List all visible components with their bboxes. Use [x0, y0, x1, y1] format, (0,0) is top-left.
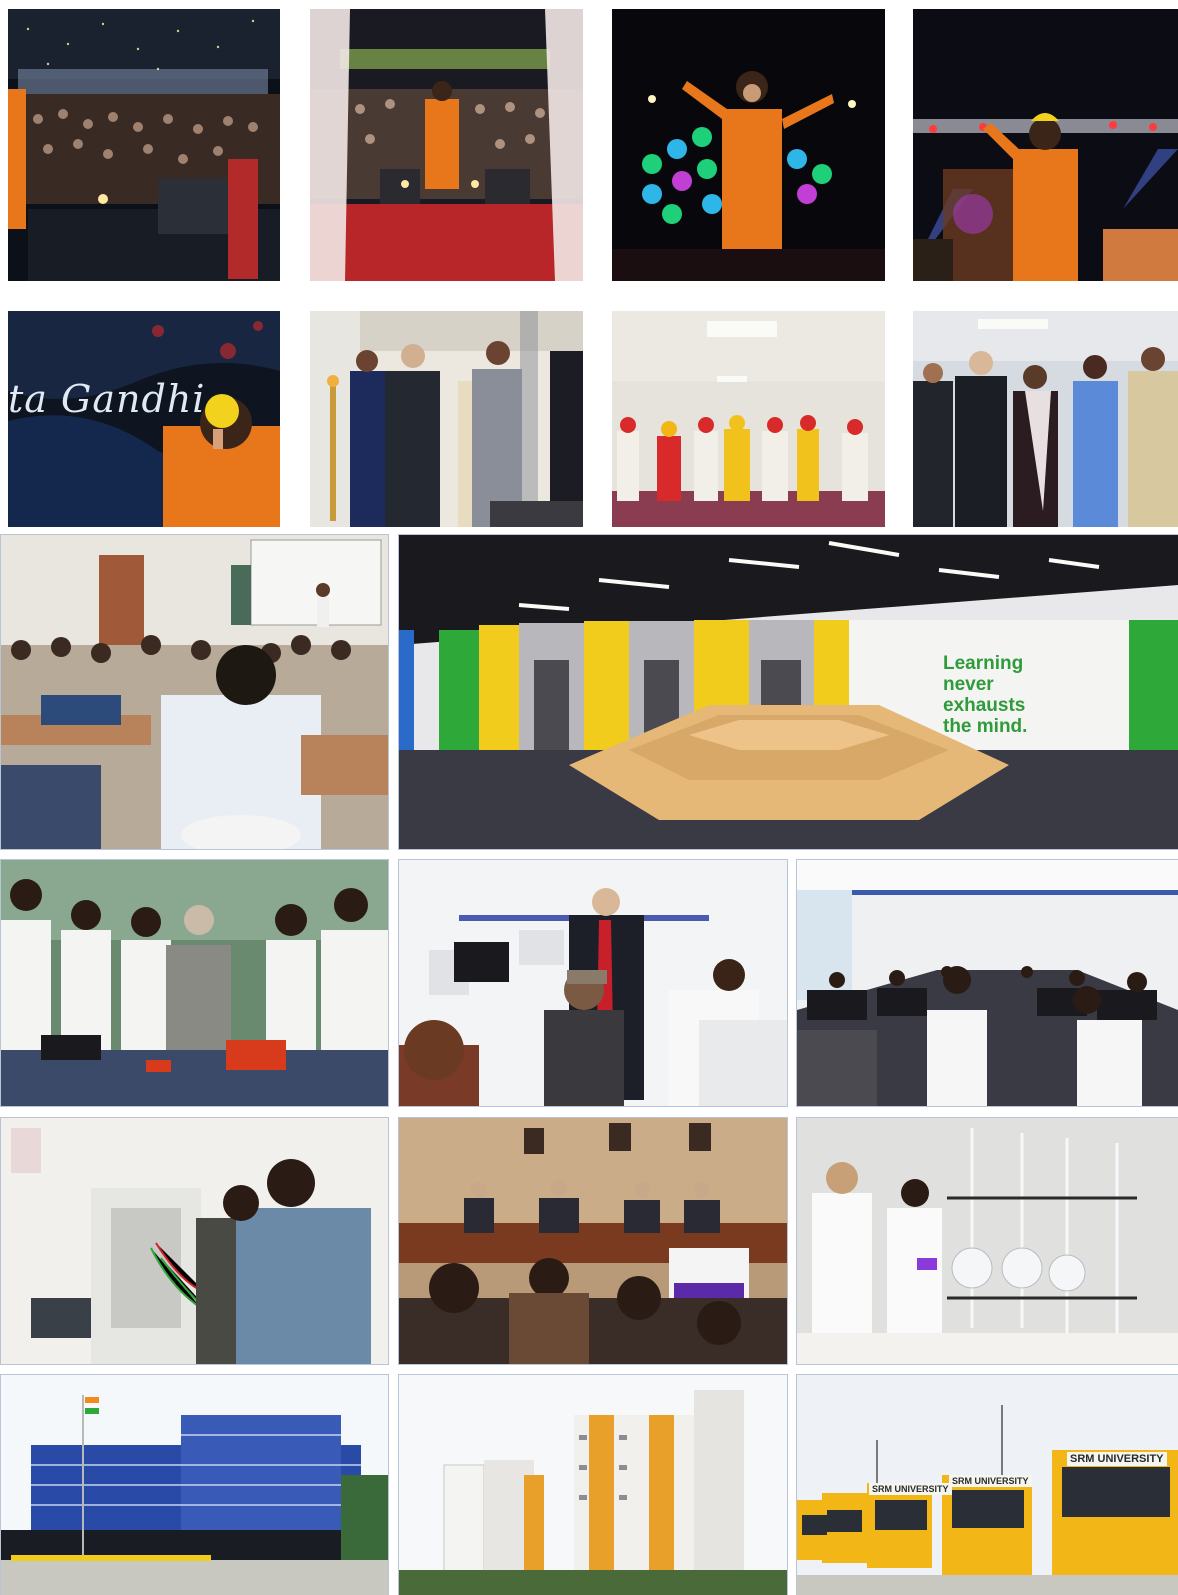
photo-computer-lab-mac [399, 860, 787, 1106]
photo-award-group [913, 311, 1178, 527]
bus-sign: SRM UNIVERSITY [949, 1475, 1032, 1487]
photo-singer-name-screen: ta Gandhi [8, 311, 280, 527]
screen-text: ta Gandhi [8, 377, 206, 421]
photo-concert-stage-smoke [310, 9, 583, 281]
bus-sign: SRM UNIVERSITY [1067, 1452, 1167, 1466]
photo-chemistry-lab [797, 1118, 1178, 1364]
photo-concert-crowd [8, 9, 280, 281]
photo-singer-stage-lights [913, 9, 1178, 281]
wall-quote-line: the mind. [943, 716, 1028, 737]
wall-quote-line: exhausts [943, 695, 1026, 716]
photo-singer-led-backdrop [612, 9, 885, 281]
photo-library-lobby: Learning never exhausts the mind. [399, 535, 1178, 849]
photo-bus-fleet: SRM UNIVERSITY SRM UNIVERSITY SRM UNIVER… [797, 1375, 1178, 1595]
wall-quote-line: never [943, 674, 994, 695]
wall-quote-line: Learning [943, 653, 1024, 674]
photo-mechanical-lab [1, 860, 388, 1106]
photo-campus-building [1, 1375, 388, 1595]
photo-lamp-lighting-ceremony [310, 311, 583, 527]
bus-sign: SRM UNIVERSITY [869, 1483, 952, 1495]
photo-bhangra-dance [612, 311, 885, 527]
photo-computer-lab-large [797, 860, 1178, 1106]
photo-conference-panel [399, 1118, 787, 1364]
photo-classroom-lecture [1, 535, 388, 849]
wall-quote: Learning never exhausts the mind. [943, 653, 1027, 737]
photo-electronics-lab [1, 1118, 388, 1364]
photo-hostel-towers [399, 1375, 787, 1595]
